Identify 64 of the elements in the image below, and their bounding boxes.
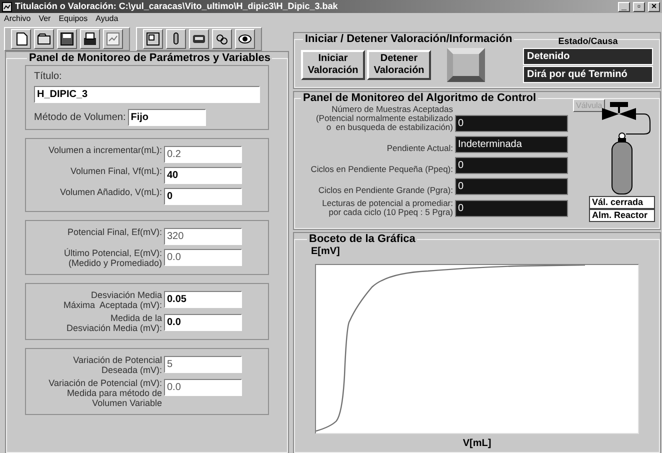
maximize-button[interactable]: ▫ xyxy=(633,2,645,12)
field-label: Número de Muestras Aceptadas (Potencial normalmente estabilizado o en busqueda de estabilización) xyxy=(314,105,453,132)
text-field[interactable]: Fijo xyxy=(128,109,206,126)
field-label: Variación de Potencial Deseada (mV): xyxy=(72,355,162,375)
window-tool-button[interactable] xyxy=(143,29,163,49)
menu-item[interactable]: Equipos xyxy=(58,14,88,24)
field-label: Volumen a incrementar(mL): xyxy=(47,145,162,155)
field-label: Volumen Añadido, V(mL): xyxy=(58,187,162,197)
field-label: Método de Volumen: xyxy=(34,111,126,125)
chart-tool-button[interactable] xyxy=(103,29,123,49)
eye-tool-button[interactable] xyxy=(235,29,255,49)
disk-tool-button[interactable] xyxy=(57,29,77,49)
field-label: Desviación Media Máxima Aceptada (mV): xyxy=(62,290,162,310)
group-title: Boceto de la Gráfica xyxy=(308,233,416,246)
field-label: Lecturas de potencial a promediar: por cada ciclo (10 Ppeq : 5 Pgra) xyxy=(321,199,453,217)
folder-icon xyxy=(36,31,52,47)
value-display: 0 xyxy=(455,157,568,174)
value-display: 0 xyxy=(455,178,568,195)
field-label: Ciclos en Pendiente Pequeña (Ppeq): xyxy=(310,165,453,174)
field-label: Potencial Final, Ef(mV): xyxy=(66,227,162,237)
group-title: Iniciar / Detener Valoración/Información xyxy=(304,33,514,46)
page-tool-button[interactable] xyxy=(11,29,31,49)
text-field[interactable]: 0 xyxy=(164,188,242,205)
start-stop-button[interactable]: Iniciar Valoración xyxy=(301,50,365,80)
menu-item[interactable]: Ayuda xyxy=(96,14,118,24)
rings-tool-button[interactable] xyxy=(212,29,232,49)
text-field[interactable]: 40 xyxy=(164,167,242,184)
field-label: Título: xyxy=(34,70,63,84)
tube-tool-button[interactable] xyxy=(166,29,186,49)
field-label: Ciclos en Pendiente Grande (Pgra): xyxy=(317,186,453,195)
value-display: 0 xyxy=(455,200,568,217)
text-field[interactable]: 0.0 xyxy=(164,314,242,331)
group-title: Panel de Monitoreo de Parámetros y Variables xyxy=(28,52,272,65)
axis-label: E[mV] xyxy=(311,246,341,258)
printer-icon xyxy=(82,31,98,47)
menu-item[interactable]: Ver xyxy=(38,14,51,24)
field-label: Variación de Potencial (mV): Medida para método de Volumen Variable xyxy=(48,378,162,408)
window-icon xyxy=(145,31,161,47)
chart-icon xyxy=(105,31,121,47)
minimize-button[interactable]: _ xyxy=(618,2,630,12)
close-button[interactable]: × xyxy=(648,2,660,12)
field-label: Medida de la Desviación Media (mV): xyxy=(65,313,162,333)
window-title: Titulación o Valoración: C:\yul_caracas\Vito_ultimo\H_dipic3\H_Dipic_3.bak xyxy=(15,1,339,12)
value-display: 0 xyxy=(455,115,568,132)
status-indicator xyxy=(447,48,485,82)
status-text: Dirá por qué Terminó xyxy=(523,66,653,83)
device-tool-button[interactable] xyxy=(189,29,209,49)
text-field[interactable]: 0.05 xyxy=(164,291,242,308)
menu-item[interactable]: Archivo xyxy=(4,14,31,24)
axis-label: V[mL] xyxy=(462,438,492,450)
status-text: Detenido xyxy=(523,48,653,65)
group-title: Panel de Monitoreo del Algoritmo de Control xyxy=(302,92,538,105)
app-icon xyxy=(2,2,12,12)
field-label: Último Potencial, E(mV): (Medido y Promediado) xyxy=(62,248,162,268)
start-stop-button[interactable]: Detener Valoración xyxy=(367,50,431,80)
field-label: Pendiente Actual: xyxy=(386,144,453,153)
text-field[interactable]: H_DIPIC_3 xyxy=(34,86,260,103)
valve-status-label: Alm. Reactor xyxy=(589,209,655,222)
value-display: Indeterminada xyxy=(455,136,568,153)
valve-status-label: Vál. cerrada xyxy=(589,196,655,209)
status-label: Estado/Causa xyxy=(557,36,619,47)
printer-tool-button[interactable] xyxy=(80,29,100,49)
field-label: Volumen Final, Vf(mL): xyxy=(69,166,162,176)
folder-tool-button[interactable] xyxy=(34,29,54,49)
